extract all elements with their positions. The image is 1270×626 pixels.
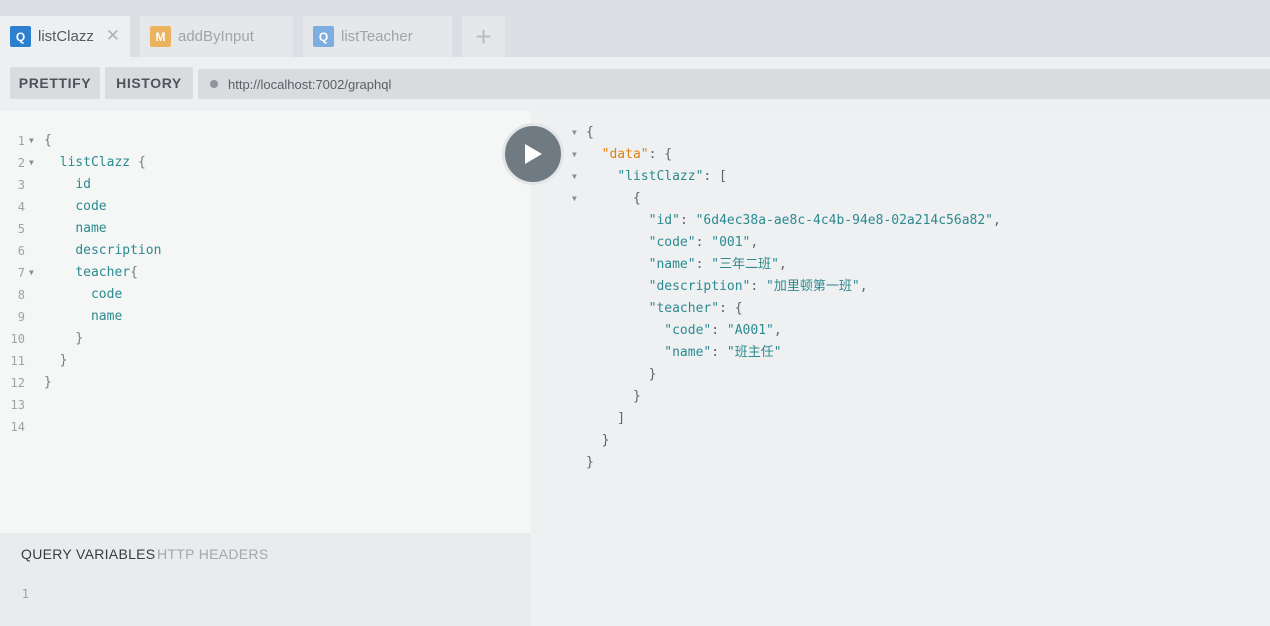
query-badge-icon: Q — [313, 26, 334, 47]
tab-addbyinput[interactable]: M addByInput — [140, 16, 293, 57]
line-number: 4 — [17, 200, 25, 214]
execute-query-button[interactable] — [502, 123, 564, 185]
line-number: 9 — [17, 310, 25, 324]
result-line-text: } — [586, 389, 641, 404]
fold-arrow-icon[interactable]: ▼ — [29, 152, 34, 174]
line-number: 1 — [17, 134, 25, 148]
result-line-text: } — [586, 367, 657, 382]
tab-listclazz[interactable]: Q listClazz ✕ — [0, 16, 130, 57]
fold-arrow-icon[interactable]: ▼ — [29, 130, 34, 152]
query-line: 10 } — [0, 328, 531, 350]
result-line-text: "code": "001", — [648, 235, 759, 250]
query-editor[interactable]: 1 ▼{2 ▼ listClazz {3 id 4 code 5 name 6 descr… — [0, 111, 531, 533]
line-number: 8 — [17, 288, 25, 302]
tab-label: listClazz — [38, 28, 94, 45]
result-line-text: "id": "6d4ec38a-ae8c-4c4b-94e8-02a214c56… — [648, 213, 1001, 228]
tab-label: listTeacher — [341, 28, 413, 45]
query-line: 1 ▼ { — [0, 130, 531, 152]
query-line: 6 description — [0, 240, 531, 262]
result-line-text: ] — [586, 411, 626, 426]
line-number: 5 — [17, 222, 25, 236]
result-line-text: } — [586, 455, 594, 470]
fold-arrow-icon[interactable]: ▼ — [29, 262, 34, 284]
query-line-text: } — [44, 375, 52, 390]
query-line-text: listClazz { — [59, 155, 146, 170]
prettify-button[interactable]: PRETTIFY — [10, 67, 100, 99]
variables-panel: QUERY VARIABLES HTTP HEADERS 1 — [0, 533, 531, 626]
query-line: 7 ▼ teacher{ — [0, 262, 531, 284]
result-line-text: { — [586, 191, 641, 206]
fold-arrow-icon[interactable]: ▼ — [572, 166, 577, 188]
result-line-text: "teacher": { — [648, 301, 743, 316]
tab-http-headers[interactable]: HTTP HEADERS — [157, 546, 268, 562]
line-number: 6 — [17, 244, 25, 258]
query-line-text: teacher{ — [75, 265, 138, 280]
line-number: 13 — [10, 398, 25, 412]
history-button[interactable]: HISTORY — [105, 67, 193, 99]
query-line: 11 } — [0, 350, 531, 372]
play-icon — [525, 144, 542, 164]
tab-listteacher[interactable]: Q listTeacher — [303, 16, 452, 57]
fold-arrow-icon[interactable]: ▼ — [572, 144, 577, 166]
endpoint-url-input[interactable]: http://localhost:7002/graphql — [198, 69, 1270, 99]
line-number: 12 — [10, 376, 25, 390]
query-line: 13 — [0, 394, 531, 416]
query-line: 2 ▼ listClazz { — [0, 152, 531, 174]
result-line-text: "description": "加里顿第一班", — [648, 279, 868, 294]
result-line-text: { — [586, 125, 594, 140]
line-number: 14 — [10, 420, 25, 434]
result-pane: ▼ { ▼ "data": { ▼ "listClazz": [ ▼ { "id": "… — [531, 111, 1270, 626]
add-tab-button[interactable]: + — [462, 16, 505, 57]
query-line-text: name — [90, 309, 123, 324]
endpoint-url: http://localhost:7002/graphql — [228, 76, 392, 92]
line-number: 11 — [10, 354, 25, 368]
query-badge-icon: Q — [10, 26, 31, 47]
query-line-text: } — [75, 331, 84, 346]
result-line-text: "name": "班主任" — [664, 345, 782, 360]
query-line-text: } — [59, 353, 68, 368]
query-line: 4 code — [0, 196, 531, 218]
status-dot-icon — [210, 80, 218, 88]
query-line: 8 code — [0, 284, 531, 306]
result-line-text: "code": "A001", — [664, 323, 782, 338]
line-number: 3 — [17, 178, 25, 192]
mutation-badge-icon: M — [150, 26, 171, 47]
query-line: 3 id — [0, 174, 531, 196]
line-number: 1 — [21, 587, 29, 601]
query-code[interactable]: 1 ▼{2 ▼ listClazz {3 id 4 code 5 name 6 descr… — [0, 130, 531, 438]
query-line: 12} — [0, 372, 531, 394]
tab-label: addByInput — [178, 28, 254, 45]
query-line-text: name — [75, 221, 107, 236]
line-number: 10 — [10, 332, 25, 346]
tab-bar: Q listClazz ✕ M addByInput Q listTeacher… — [0, 0, 1270, 57]
query-line: 14 — [0, 416, 531, 438]
result-line-text: "listClazz": [ — [617, 169, 727, 184]
query-line-text: code — [75, 199, 107, 214]
line-number: 7 — [17, 266, 25, 280]
result-line-text: } — [586, 433, 610, 448]
result-line-text: "name": "三年二班", — [648, 257, 787, 272]
fold-arrow-icon[interactable]: ▼ — [572, 122, 577, 144]
query-line: 5 name — [0, 218, 531, 240]
fold-arrow-icon[interactable]: ▼ — [572, 188, 577, 210]
query-line-text: id — [75, 177, 91, 192]
query-line: 9 name — [0, 306, 531, 328]
toolbar: PRETTIFY HISTORY http://localhost:7002/g… — [0, 57, 1270, 111]
result-line-text: "data": { — [601, 147, 673, 162]
tab-query-variables[interactable]: QUERY VARIABLES — [21, 546, 155, 562]
query-line-text: { — [44, 133, 52, 148]
query-line-text: description — [75, 243, 162, 258]
close-tab-icon[interactable]: ✕ — [106, 27, 120, 44]
line-number: 2 — [17, 156, 25, 170]
query-line-text: code — [90, 287, 123, 302]
